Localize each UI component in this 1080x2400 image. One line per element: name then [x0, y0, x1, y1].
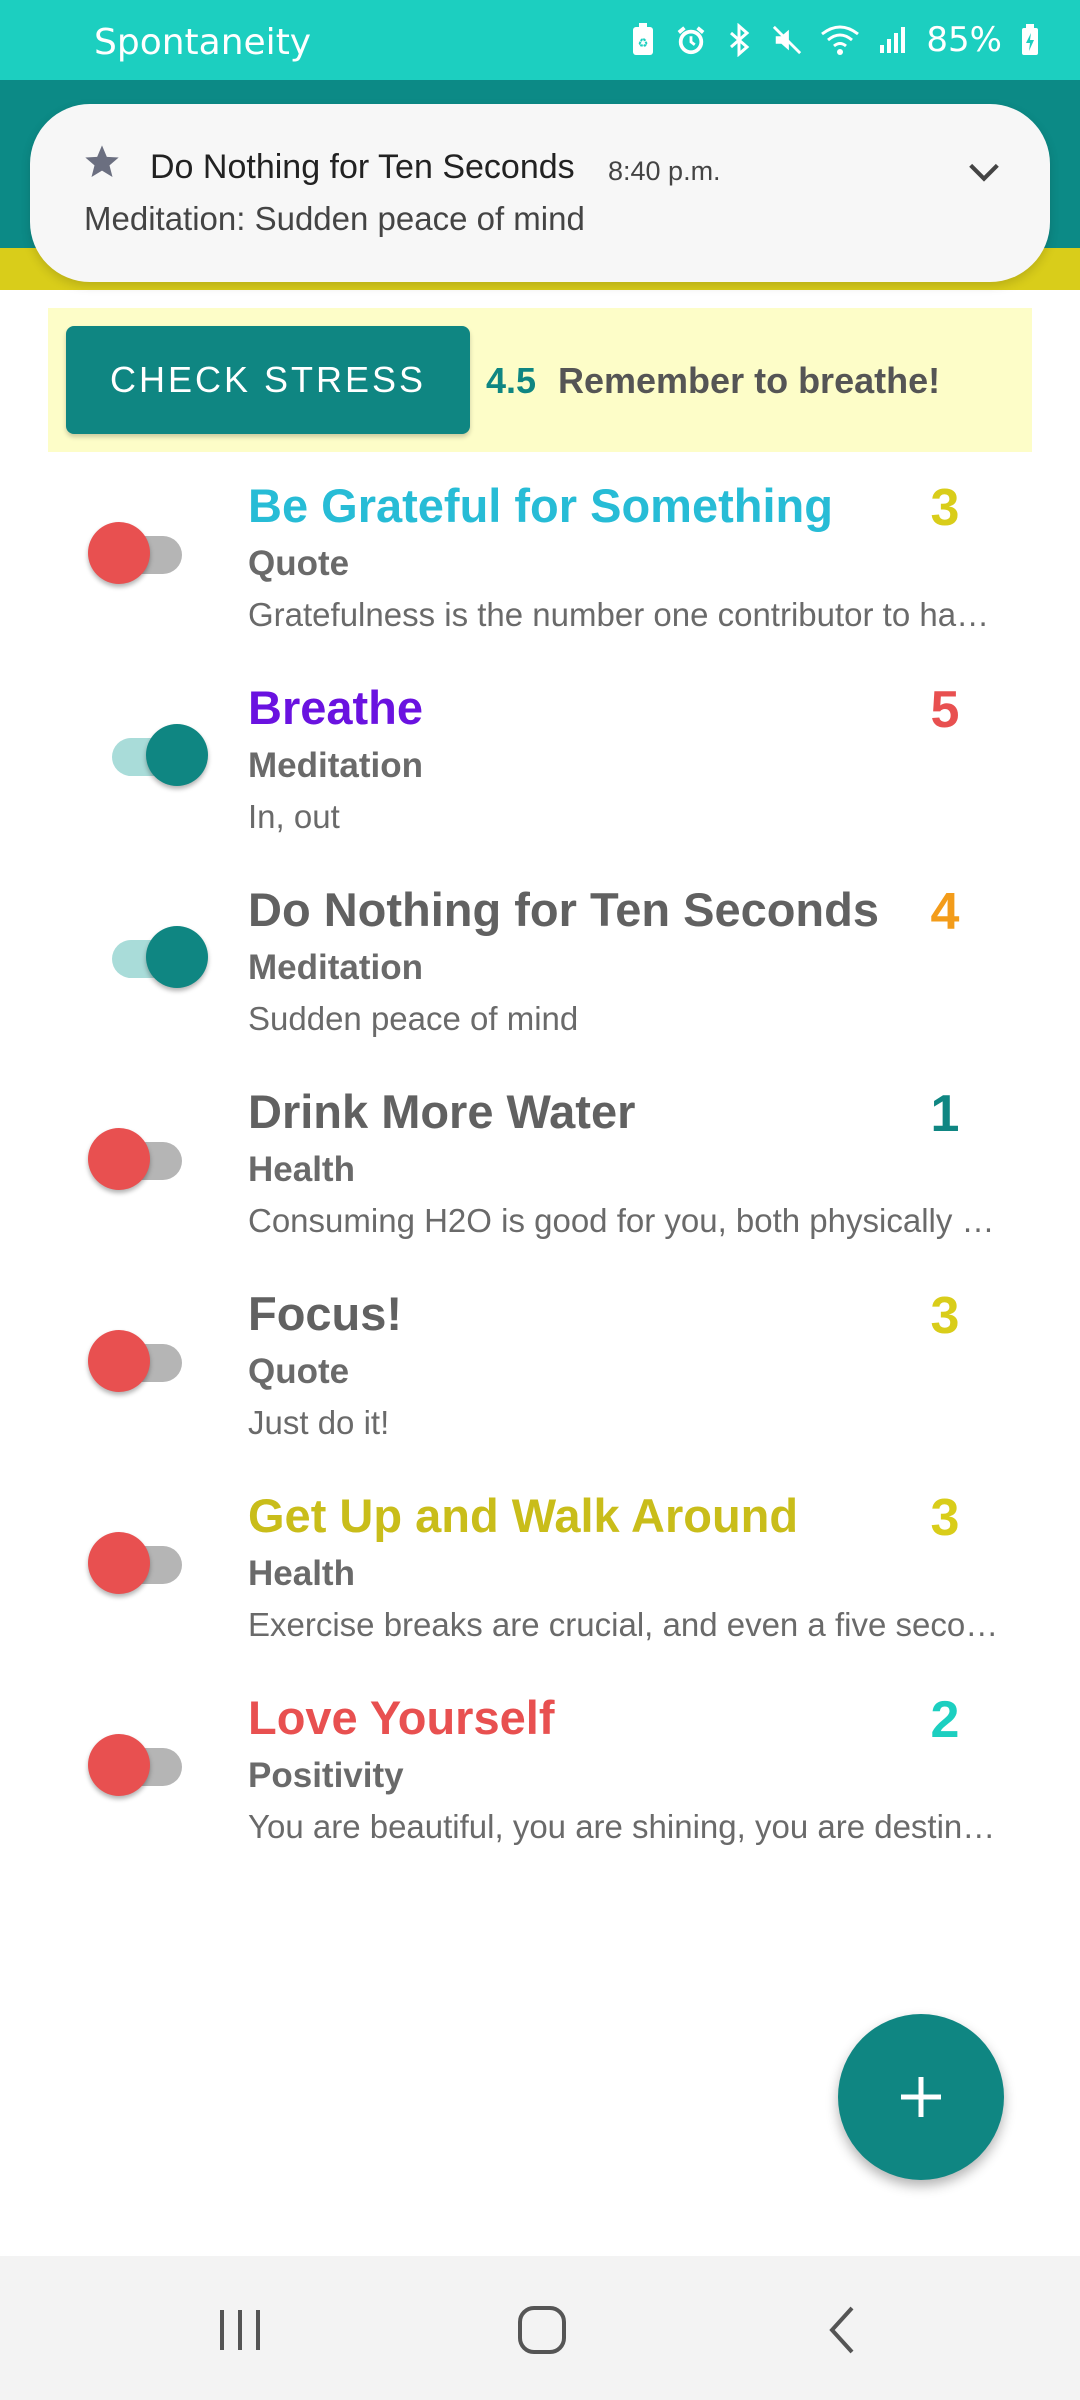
reminder-level: 2 [930, 1691, 960, 1749]
svg-text:♻: ♻ [638, 36, 649, 50]
reminder-description: Just do it! [248, 1404, 390, 1441]
battery-percent: 85% [926, 20, 1002, 60]
back-icon[interactable] [814, 2300, 874, 2360]
status-app-name: Spontaneity [94, 22, 312, 63]
reminder-item[interactable]: Get Up and Walk Around Health Exercise b… [0, 1488, 1080, 1690]
bluetooth-icon [724, 20, 754, 60]
reminder-description: In, out [248, 798, 340, 835]
reminder-description: You are beautiful, you are shining, you … [248, 1808, 1000, 1845]
star-icon [85, 145, 119, 177]
reminder-item[interactable]: Drink More Water Health Consuming H2O is… [0, 1084, 1080, 1286]
reminder-category: Meditation [248, 948, 423, 987]
stress-message: Remember to breathe! [558, 360, 941, 401]
reminder-title: Be Grateful for Something [248, 479, 833, 532]
stress-banner: CHECK STRESS 4.5 Remember to breathe! [48, 308, 1032, 452]
reminder-toggle[interactable] [88, 926, 208, 990]
plus-icon [901, 2077, 941, 2117]
reminder-title: Love Yourself [248, 1691, 555, 1744]
reminder-item[interactable]: Focus! Quote Just do it! 3 [0, 1286, 1080, 1488]
reminder-level: 4 [930, 883, 960, 941]
reminder-toggle[interactable] [88, 1734, 184, 1798]
battery-saver-icon: ♻ [628, 20, 658, 60]
heads-up-notification[interactable]: Do Nothing for Ten Seconds 8:40 p.m. Med… [30, 104, 1050, 282]
reminder-title: Focus! [248, 1287, 403, 1340]
wifi-icon [820, 20, 860, 60]
reminder-category: Positivity [248, 1756, 404, 1795]
check-stress-button[interactable]: CHECK STRESS [66, 326, 470, 434]
chevron-down-icon[interactable] [964, 152, 1004, 192]
reminder-description: Sudden peace of mind [248, 1000, 579, 1037]
reminder-level: 3 [930, 1287, 960, 1345]
reminder-category: Health [248, 1554, 355, 1593]
reminder-description: Consuming H2O is good for you, both phys… [248, 1202, 1000, 1239]
recents-icon[interactable] [210, 2300, 270, 2360]
reminder-item[interactable]: Breathe Meditation In, out 5 [0, 680, 1080, 882]
reminder-title: Drink More Water [248, 1085, 636, 1138]
reminder-category: Quote [248, 544, 350, 583]
home-icon[interactable] [512, 2300, 572, 2360]
reminder-item[interactable]: Be Grateful for Something Quote Grateful… [0, 478, 1080, 680]
reminder-toggle[interactable] [88, 724, 208, 788]
notification-title: Do Nothing for Ten Seconds [150, 148, 575, 186]
reminder-category: Meditation [248, 746, 423, 785]
reminder-toggle[interactable] [88, 1532, 184, 1596]
status-icons: ♻ 85% [628, 18, 1040, 62]
mute-icon [772, 20, 802, 60]
add-reminder-button[interactable] [838, 2014, 1004, 2180]
reminder-title: Do Nothing for Ten Seconds [248, 883, 879, 936]
reminder-category: Quote [248, 1352, 350, 1391]
reminder-toggle[interactable] [88, 1330, 184, 1394]
reminder-item[interactable]: Do Nothing for Ten Seconds Meditation Su… [0, 882, 1080, 1084]
reminder-level: 3 [930, 1489, 960, 1547]
reminder-description: Gratefulness is the number one contribut… [248, 596, 1000, 633]
reminder-title: Get Up and Walk Around [248, 1489, 799, 1542]
system-nav-bar [0, 2256, 1080, 2400]
reminder-item[interactable]: Love Yourself Positivity You are beautif… [0, 1690, 1080, 1892]
reminder-description: Exercise breaks are crucial, and even a … [248, 1606, 1000, 1643]
status-bar: Spontaneity ♻ 85% [0, 0, 1080, 80]
reminder-level: 5 [930, 681, 960, 739]
reminder-toggle[interactable] [88, 522, 184, 586]
reminder-title: Breathe [248, 681, 424, 734]
reminder-category: Health [248, 1150, 355, 1189]
battery-icon [1020, 20, 1040, 60]
reminder-toggle[interactable] [88, 1128, 184, 1192]
stress-score: 4.5 [486, 360, 537, 401]
notification-time: 8:40 p.m. [608, 156, 721, 186]
reminder-level: 3 [930, 479, 960, 537]
alarm-icon [676, 20, 706, 60]
notification-body: Meditation: Sudden peace of mind [84, 200, 585, 237]
reminder-level: 1 [930, 1085, 960, 1143]
signal-icon [878, 20, 908, 60]
